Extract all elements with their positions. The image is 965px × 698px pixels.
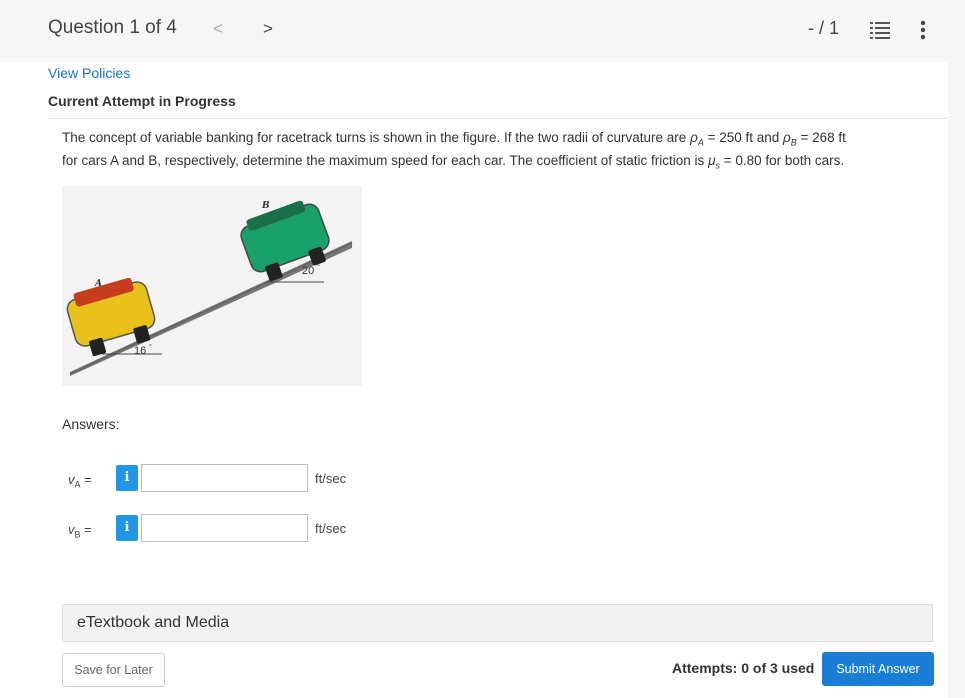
list-icon[interactable] (870, 21, 890, 39)
unit-label-a: ft/sec (315, 471, 347, 486)
answer-a-input[interactable] (141, 464, 308, 492)
question-text: The concept of variable banking for race… (62, 129, 922, 174)
attempts-counter: Attempts: 0 of 3 used (672, 660, 815, 676)
view-policies-link[interactable]: View Policies (48, 65, 130, 81)
submit-answer-button[interactable]: Submit Answer (822, 652, 934, 686)
car-b-label: B (261, 201, 270, 211)
rho-symbol: ρ (690, 130, 698, 145)
rho-symbol: ρ (783, 130, 791, 145)
rho-b-value: = 268 ft (796, 130, 846, 145)
score-display: - / 1 (808, 18, 840, 38)
angle-b-label: 20 (302, 265, 314, 277)
answer-a-label: vA = (68, 472, 92, 490)
next-question-button[interactable]: > (263, 19, 273, 39)
car-a-label: A (94, 279, 102, 289)
unit-label-b: ft/sec (315, 521, 347, 536)
info-button-b[interactable]: i (116, 515, 138, 541)
more-vertical-icon[interactable] (919, 20, 927, 40)
attempt-heading: Current Attempt in Progress (48, 93, 236, 109)
info-button-a[interactable]: i (116, 465, 138, 491)
question-text-part: The concept of variable banking for race… (62, 130, 691, 145)
etextbook-label: eTextbook and Media (77, 614, 230, 631)
previous-question-button[interactable]: < (213, 19, 223, 39)
answers-label: Answers: (62, 416, 120, 432)
answer-b-label: vB = (68, 522, 92, 540)
top-bar: Question 1 of 4 < > - / 1 (0, 0, 965, 62)
divider (48, 118, 948, 119)
etextbook-media-bar[interactable]: eTextbook and Media (62, 604, 933, 642)
save-for-later-button[interactable]: Save for Later (62, 653, 165, 687)
rho-a-value: = 250 ft and (703, 130, 784, 145)
banked-track-figure: A B 16 ° 20 ° (62, 186, 362, 386)
question-counter: Question 1 of 4 (48, 17, 177, 38)
angle-a-label: 16 (134, 345, 146, 357)
equals-sign: = (80, 472, 92, 487)
answer-b-input[interactable] (141, 514, 308, 542)
degree-symbol: ° (149, 343, 152, 351)
equals-sign: = (80, 522, 92, 537)
degree-symbol: ° (317, 263, 320, 271)
question-text-part: for cars A and B, respectively, determin… (62, 152, 709, 168)
mu-value: = 0.80 for both cars. (719, 152, 845, 168)
